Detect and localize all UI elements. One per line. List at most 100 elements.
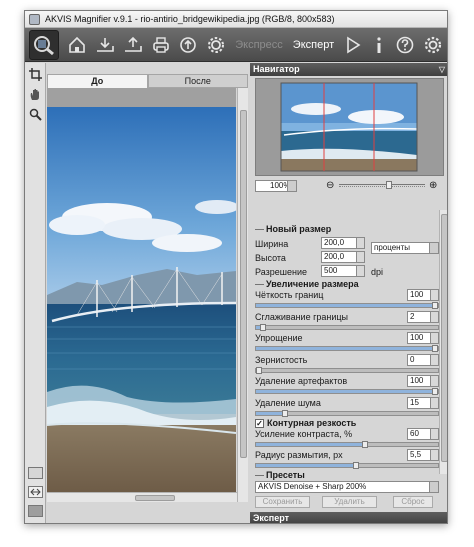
main-toolbar: Экспресс Эксперт bbox=[25, 28, 447, 62]
upscale-param-spinner[interactable] bbox=[430, 290, 438, 300]
canvas-horizontal-scrollbar[interactable] bbox=[47, 492, 237, 502]
zoom-icon[interactable] bbox=[27, 106, 44, 123]
info-icon[interactable] bbox=[367, 30, 391, 60]
width-spinner[interactable] bbox=[356, 238, 364, 248]
print-icon[interactable] bbox=[147, 30, 175, 60]
delete-preset-button[interactable]: Удалить bbox=[322, 496, 377, 508]
upscale-param-slider-knob[interactable] bbox=[432, 302, 438, 309]
upscale-param-input[interactable]: 100 bbox=[407, 289, 439, 301]
save-preset-button[interactable]: Сохранить bbox=[255, 496, 310, 508]
image-canvas[interactable] bbox=[47, 88, 236, 492]
upscale-param-slider[interactable] bbox=[255, 388, 439, 395]
units-dropdown-icon[interactable] bbox=[429, 243, 438, 253]
open-icon[interactable] bbox=[91, 30, 119, 60]
preset-dropdown-icon[interactable] bbox=[429, 482, 438, 492]
sharpness-checkbox[interactable]: ✓ bbox=[255, 418, 264, 428]
crop-icon[interactable] bbox=[27, 66, 44, 83]
sharpness-param-spinner[interactable] bbox=[430, 429, 438, 439]
upscale-param-slider-knob[interactable] bbox=[260, 323, 266, 331]
upscale-param-label: Зернистость bbox=[255, 354, 308, 365]
display-mode-icon[interactable] bbox=[28, 505, 43, 517]
compare-view-icon[interactable] bbox=[28, 486, 43, 498]
sharpness-param-spinner[interactable] bbox=[430, 450, 438, 460]
expert-bar: Эксперт bbox=[250, 512, 447, 523]
zoom-slider[interactable] bbox=[339, 181, 425, 189]
upscale-param-slider[interactable] bbox=[255, 366, 439, 374]
upscale-param-spinner[interactable] bbox=[430, 311, 438, 322]
panel-scrollbar[interactable] bbox=[439, 210, 447, 474]
sharpness-header: ✓ Контурная резкость bbox=[255, 418, 357, 428]
resolution-input[interactable]: 500 bbox=[321, 265, 365, 277]
settings-panel: Навигатор ▽ 100% ⊖ ⊕ — Новый размер Шири… bbox=[250, 63, 447, 523]
upscale-param-label: Удаление шума bbox=[255, 397, 321, 408]
play-icon[interactable] bbox=[339, 30, 367, 60]
settings-icon[interactable] bbox=[202, 30, 230, 60]
preset-select[interactable]: AKVIS Denoise + Sharp 200% bbox=[255, 481, 439, 493]
upscale-param-slider-knob[interactable] bbox=[432, 345, 438, 352]
upscale-param-slider-fill bbox=[256, 411, 283, 415]
upscale-param-input[interactable]: 100 bbox=[407, 332, 439, 344]
save-icon[interactable] bbox=[119, 30, 147, 60]
hand-icon[interactable] bbox=[27, 86, 44, 103]
width-input[interactable]: 200,0 bbox=[321, 237, 365, 249]
zoom-out-icon[interactable]: ⊖ bbox=[326, 180, 334, 191]
height-input[interactable]: 200,0 bbox=[321, 251, 365, 263]
width-label: Ширина bbox=[255, 239, 289, 249]
upscale-param-input[interactable]: 0 bbox=[407, 353, 439, 366]
sharpness-param-label: Радиус размытия, px bbox=[255, 450, 343, 460]
zoom-dropdown-icon[interactable] bbox=[287, 181, 296, 191]
panel-scroll-thumb[interactable] bbox=[441, 214, 447, 462]
upscale-header: — Увеличение размера bbox=[255, 279, 359, 289]
upscale-param-slider-knob[interactable] bbox=[256, 366, 262, 374]
zoom-slider-knob[interactable] bbox=[386, 181, 392, 189]
upscale-param-slider-knob[interactable] bbox=[282, 409, 288, 417]
upscale-param-slider[interactable] bbox=[255, 345, 439, 352]
height-spinner[interactable] bbox=[356, 252, 364, 262]
upscale-param-spinner[interactable] bbox=[430, 333, 438, 343]
upscale-param-label: Чёткость границ bbox=[255, 290, 324, 300]
upload-icon[interactable] bbox=[174, 30, 202, 60]
home-icon[interactable] bbox=[63, 30, 91, 60]
canvas-hscroll-thumb[interactable] bbox=[135, 495, 175, 501]
preferences-icon[interactable] bbox=[419, 30, 447, 60]
help-icon[interactable] bbox=[391, 30, 419, 60]
upscale-param-input[interactable]: 15 bbox=[407, 396, 439, 409]
collapse-icon[interactable]: ▽ bbox=[439, 63, 445, 76]
canvas-vertical-scrollbar[interactable] bbox=[237, 88, 248, 502]
app-window: AKVIS Magnifier v.9.1 - rio-antirio_brid… bbox=[24, 10, 448, 524]
tab-before[interactable]: До bbox=[47, 74, 148, 88]
sharpness-param-slider-knob[interactable] bbox=[362, 441, 368, 448]
tab-after[interactable]: После bbox=[147, 74, 248, 88]
mode-express-button[interactable]: Экспресс bbox=[230, 39, 288, 51]
upscale-param-spinner[interactable] bbox=[430, 397, 438, 408]
sharpness-param-slider[interactable] bbox=[255, 462, 439, 469]
upscale-param-slider[interactable] bbox=[255, 323, 439, 331]
sharpness-param-input[interactable]: 60 bbox=[407, 428, 439, 440]
sharpness-param-slider-fill bbox=[256, 464, 356, 467]
mode-expert-button[interactable]: Эксперт bbox=[288, 39, 339, 51]
resolution-label: Разрешение bbox=[255, 267, 307, 277]
upscale-param-spinner[interactable] bbox=[430, 376, 438, 386]
units-select[interactable]: проценты bbox=[371, 242, 439, 254]
upscale-param-slider-fill bbox=[256, 347, 438, 350]
sharpness-param-input[interactable]: 5,5 bbox=[407, 449, 439, 461]
reset-preset-button[interactable]: Сброс bbox=[393, 496, 433, 508]
sharpness-param-slider[interactable] bbox=[255, 441, 439, 448]
canvas-vscroll-thumb[interactable] bbox=[240, 110, 247, 458]
upscale-param-slider[interactable] bbox=[255, 302, 439, 309]
sharpness-param-slider-knob[interactable] bbox=[353, 462, 359, 469]
upscale-param-slider-knob[interactable] bbox=[432, 388, 438, 395]
upscale-param-slider-fill bbox=[256, 304, 438, 307]
resolution-spinner[interactable] bbox=[356, 266, 364, 276]
foreground-swatch-icon[interactable] bbox=[28, 467, 43, 479]
upscale-param-input[interactable]: 2 bbox=[407, 310, 439, 323]
upscale-param-slider-fill bbox=[256, 390, 438, 393]
zoom-in-icon[interactable]: ⊕ bbox=[429, 180, 437, 191]
upscale-param-input[interactable]: 100 bbox=[407, 375, 439, 387]
logo-icon[interactable] bbox=[29, 29, 59, 60]
presets-header: — Пресеты bbox=[255, 470, 305, 480]
navigator-preview[interactable] bbox=[255, 78, 444, 176]
upscale-param-slider[interactable] bbox=[255, 409, 439, 417]
upscale-param-spinner[interactable] bbox=[430, 354, 438, 365]
zoom-select[interactable]: 100% bbox=[255, 180, 297, 192]
